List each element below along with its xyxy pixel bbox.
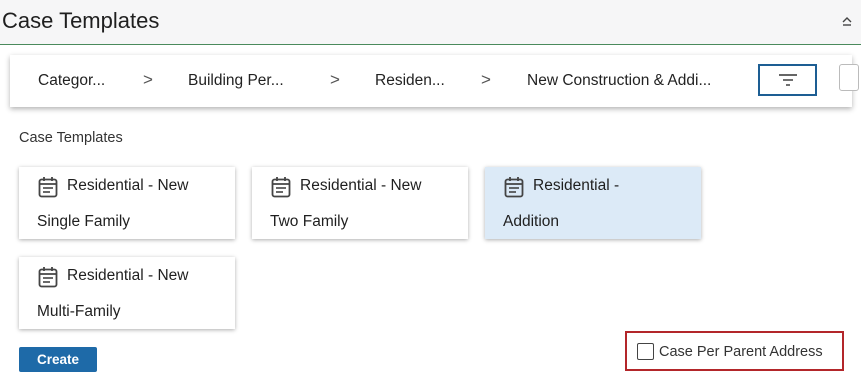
case-per-parent-address-option[interactable]: Case Per Parent Address — [625, 331, 844, 371]
template-title: Residential - New — [67, 177, 189, 194]
breadcrumb-item-residential[interactable]: Residen... — [375, 72, 445, 90]
template-card-single-family[interactable]: Residential - New Single Family — [19, 167, 235, 239]
filter-button[interactable] — [758, 64, 817, 96]
breadcrumb-separator: > — [143, 70, 153, 89]
template-subtitle: Single Family — [37, 213, 131, 230]
page-header: Case Templates — [0, 0, 861, 45]
case-per-parent-address-checkbox[interactable] — [637, 343, 654, 360]
template-subtitle: Addition — [503, 213, 560, 230]
case-per-parent-address-label: Case Per Parent Address — [659, 344, 823, 360]
template-card-addition[interactable]: Residential - Addition — [485, 167, 701, 239]
template-card-multi-family[interactable]: Residential - New Multi-Family — [19, 257, 235, 329]
breadcrumb-separator: > — [330, 70, 340, 89]
create-button[interactable]: Create — [19, 347, 97, 372]
breadcrumb-item-category[interactable]: Categor... — [38, 72, 105, 90]
page-title: Case Templates — [2, 8, 160, 33]
template-title: Residential - — [533, 177, 620, 194]
template-subtitle: Multi-Family — [37, 303, 121, 320]
breadcrumb: Categor... > Building Per... > Residen..… — [10, 55, 859, 107]
calendar-icon — [38, 267, 58, 288]
template-title: Residential - New — [300, 177, 422, 194]
template-subtitle: Two Family — [270, 213, 349, 230]
calendar-icon — [38, 177, 58, 198]
chevron-up-icon — [842, 17, 852, 26]
breadcrumb-item-new-construction[interactable]: New Construction & Addi... — [527, 72, 711, 90]
breadcrumb-separator: > — [481, 70, 491, 89]
template-card-two-family[interactable]: Residential - New Two Family — [252, 167, 468, 239]
calendar-icon — [504, 177, 524, 198]
overflow-button[interactable] — [839, 64, 859, 91]
section-label: Case Templates — [19, 130, 123, 146]
collapse-button[interactable] — [839, 12, 855, 30]
filter-icon — [778, 74, 797, 86]
template-title: Residential - New — [67, 267, 189, 284]
breadcrumb-item-building-permit[interactable]: Building Per... — [188, 72, 284, 90]
calendar-icon — [271, 177, 291, 198]
